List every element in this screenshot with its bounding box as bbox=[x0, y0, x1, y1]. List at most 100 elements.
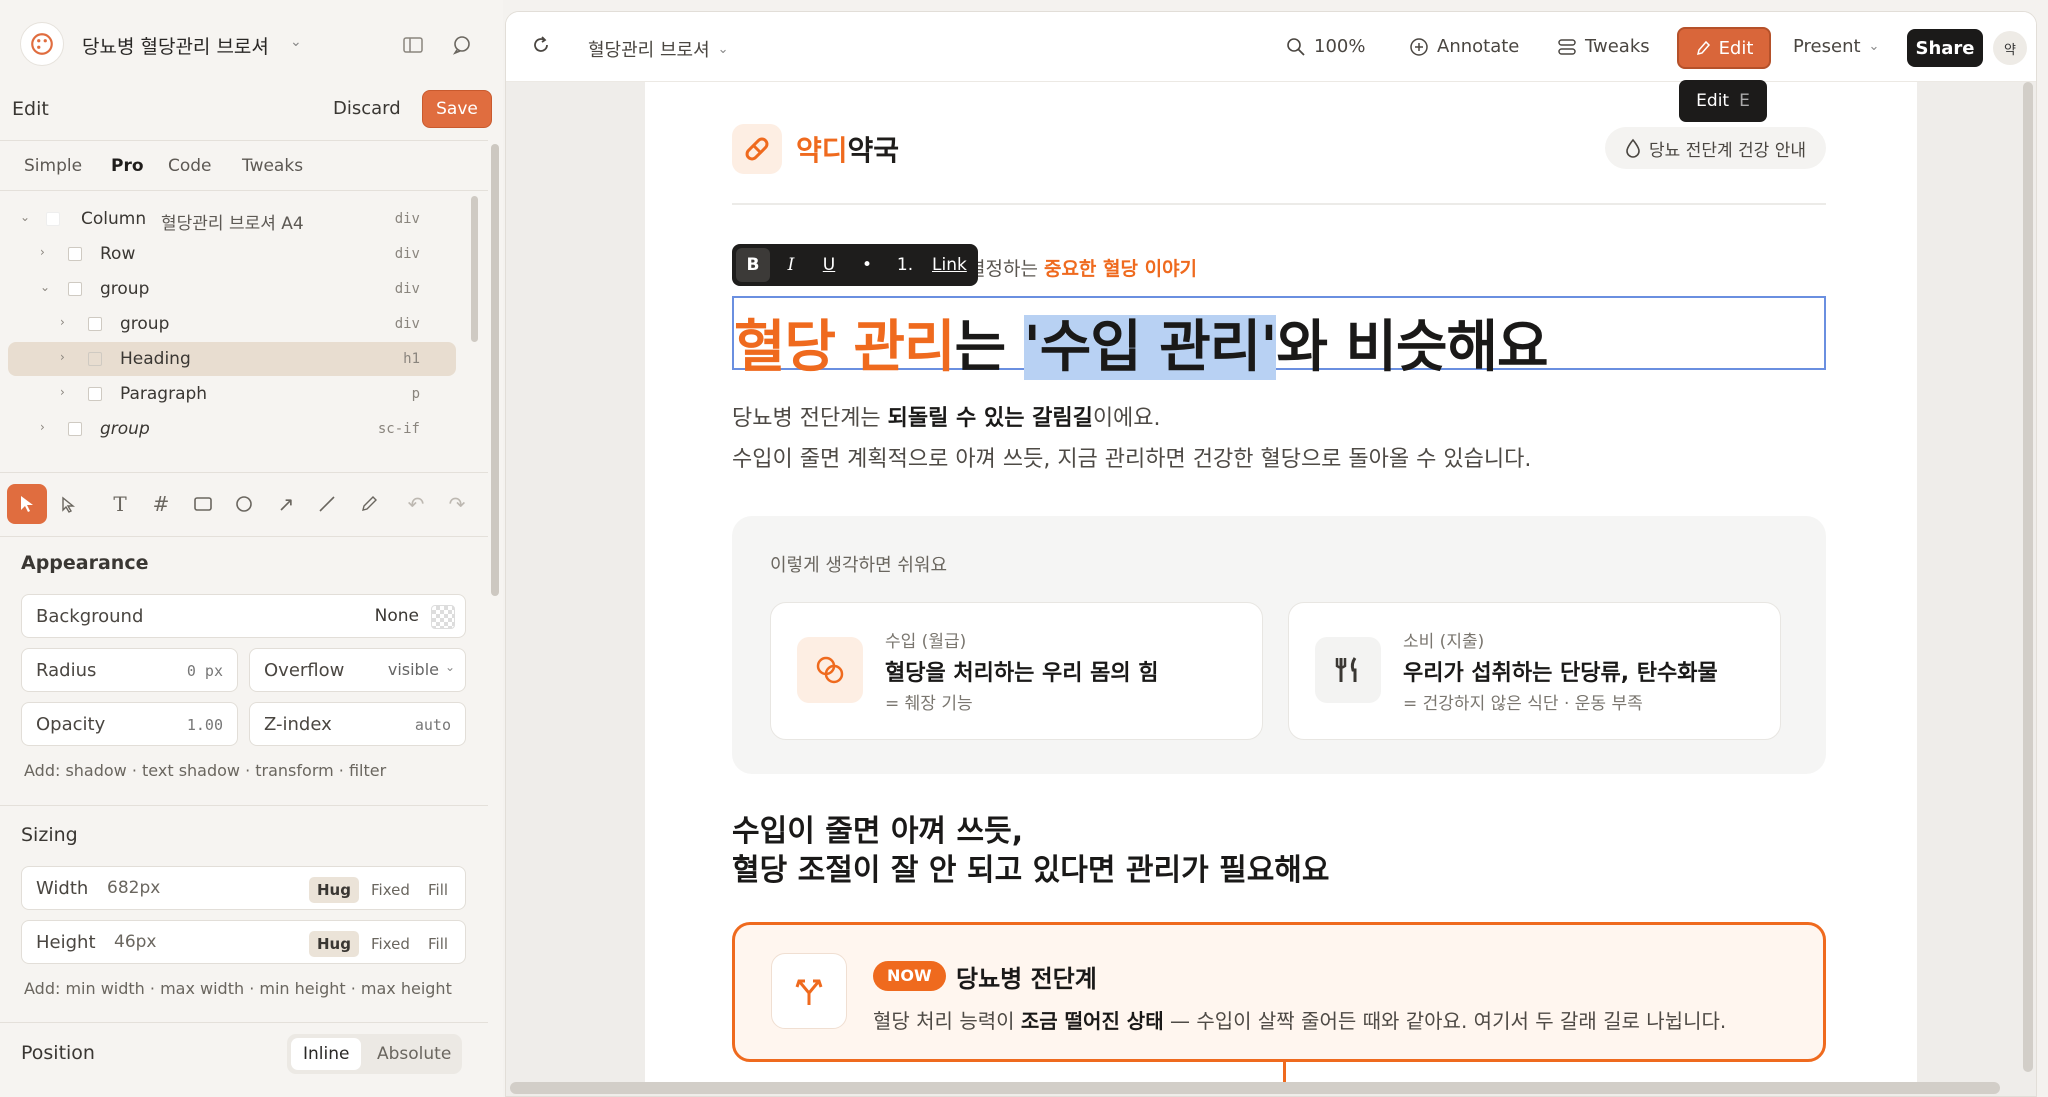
appearance-add-options[interactable]: Add: shadow · text shadow · transform · … bbox=[24, 761, 386, 780]
tree-row-conditional-group[interactable]: › group sc-if bbox=[8, 412, 456, 446]
doc-switcher[interactable]: 혈당관리 브로셔 ⌄ bbox=[588, 36, 729, 62]
text-tool-icon[interactable]: T bbox=[100, 484, 140, 524]
pencil-tool-icon[interactable] bbox=[349, 484, 389, 524]
height-field[interactable]: Height 46px Hug Fixed Fill bbox=[21, 920, 466, 964]
layer-tag: p bbox=[411, 386, 420, 402]
heading-selection-box[interactable]: 혈당 관리는 '수입 관리'와 비슷해요 bbox=[732, 296, 1826, 380]
bold-button[interactable]: B bbox=[736, 248, 770, 282]
field-value[interactable]: visible bbox=[388, 660, 439, 679]
radius-field[interactable]: Radius 0 px bbox=[21, 648, 238, 692]
sidebar-scrollbar[interactable] bbox=[491, 144, 499, 596]
layer-name: Paragraph bbox=[120, 384, 208, 404]
layer-sub: 혈당관리 브로셔 A4 bbox=[161, 214, 304, 234]
chevron-right-icon[interactable]: › bbox=[40, 245, 45, 259]
discard-button[interactable]: Discard bbox=[333, 98, 401, 119]
width-mode-fill[interactable]: Fill bbox=[420, 877, 456, 903]
share-button[interactable]: Share bbox=[1907, 29, 1983, 67]
layer-checkbox[interactable] bbox=[68, 247, 82, 261]
chevron-down-icon: ⌄ bbox=[444, 660, 455, 674]
field-value[interactable]: 46px bbox=[114, 932, 156, 952]
layer-checkbox[interactable] bbox=[46, 212, 60, 226]
layer-checkbox[interactable] bbox=[88, 317, 102, 331]
heading-text: 와 비슷해요 bbox=[1276, 315, 1548, 380]
chevron-down-icon[interactable]: ⌄ bbox=[40, 280, 50, 294]
color-swatch[interactable] bbox=[431, 605, 455, 629]
field-value[interactable]: 682px bbox=[107, 878, 160, 898]
zindex-field[interactable]: Z-index auto bbox=[249, 702, 466, 746]
underline-button[interactable]: U bbox=[812, 248, 846, 282]
rectangle-tool-icon[interactable] bbox=[183, 484, 223, 524]
chevron-right-icon[interactable]: › bbox=[60, 385, 65, 399]
layer-tag: sc-if bbox=[377, 421, 420, 437]
position-absolute[interactable]: Absolute bbox=[365, 1038, 463, 1070]
background-field[interactable]: Background None bbox=[21, 594, 466, 638]
tweaks-button[interactable]: Tweaks bbox=[1557, 36, 1650, 57]
bullet-list-button[interactable]: • bbox=[850, 248, 884, 282]
width-mode-hug[interactable]: Hug bbox=[309, 877, 359, 903]
document-title[interactable]: 당뇨병 혈당관리 브로셔 bbox=[82, 32, 269, 59]
tree-row-row[interactable]: › Row div bbox=[8, 237, 456, 271]
paragraph-line: 수입이 줄면 계획적으로 아껴 쓰듯, 지금 관리하면 건강한 혈당으로 돌아올… bbox=[732, 447, 1532, 472]
position-toggle[interactable]: Inline Absolute bbox=[287, 1034, 462, 1074]
select-tool-icon[interactable] bbox=[7, 484, 47, 524]
divider bbox=[0, 472, 488, 473]
chevron-down-icon[interactable]: ⌄ bbox=[20, 210, 30, 224]
chevron-down-icon[interactable]: ⌄ bbox=[290, 34, 302, 50]
refresh-icon[interactable] bbox=[530, 34, 552, 56]
layer-checkbox[interactable] bbox=[88, 352, 102, 366]
canvas-horizontal-scrollbar[interactable] bbox=[510, 1082, 2000, 1094]
arrow-tool-icon[interactable]: ↗ bbox=[266, 484, 306, 524]
undo-icon[interactable]: ↶ bbox=[396, 484, 436, 524]
page-heading[interactable]: 혈당 관리는 '수입 관리'와 비슷해요 bbox=[734, 302, 1549, 383]
chevron-right-icon[interactable]: › bbox=[40, 420, 45, 434]
paragraph-bold: 되돌릴 수 있는 갈림길 bbox=[887, 406, 1093, 431]
layer-checkbox[interactable] bbox=[68, 422, 82, 436]
sizing-add-options[interactable]: Add: min width · max width · min height … bbox=[24, 979, 452, 998]
width-field[interactable]: Width 682px Hug Fixed Fill bbox=[21, 866, 466, 910]
chevron-right-icon[interactable]: › bbox=[60, 315, 65, 329]
frame-tool-icon[interactable]: # bbox=[141, 484, 181, 524]
layer-checkbox[interactable] bbox=[68, 282, 82, 296]
chat-icon[interactable] bbox=[449, 32, 475, 58]
line-tool-icon[interactable] bbox=[307, 484, 347, 524]
tree-row-heading[interactable]: › Heading h1 bbox=[8, 342, 456, 376]
width-mode-fixed[interactable]: Fixed bbox=[363, 877, 418, 903]
redo-icon[interactable]: ↷ bbox=[437, 484, 477, 524]
height-mode-fixed[interactable]: Fixed bbox=[363, 931, 418, 957]
tree-row-column[interactable]: ⌄ Column 혈당관리 브로셔 A4 div bbox=[8, 202, 456, 236]
field-value[interactable]: 0 px bbox=[187, 662, 223, 680]
tab-simple[interactable]: Simple bbox=[24, 156, 82, 176]
heading-selected-text[interactable]: '수입 관리' bbox=[1023, 315, 1277, 380]
field-value[interactable]: 1.00 bbox=[187, 716, 223, 734]
tree-row-paragraph[interactable]: › Paragraph p bbox=[8, 377, 456, 411]
position-inline[interactable]: Inline bbox=[291, 1038, 362, 1070]
tab-pro[interactable]: Pro bbox=[111, 156, 144, 176]
canvas-vertical-scrollbar[interactable] bbox=[2023, 82, 2033, 1072]
brochure-page: 약디약국 당뇨 전단계 건강 안내 결정하는 중요한 혈당 이야기 B I U … bbox=[645, 82, 1917, 1082]
height-mode-hug[interactable]: Hug bbox=[309, 931, 359, 957]
numbered-list-button[interactable]: 1. bbox=[888, 248, 922, 282]
layer-checkbox[interactable] bbox=[88, 387, 102, 401]
edit-button[interactable]: Edit bbox=[1677, 27, 1771, 69]
chevron-right-icon[interactable]: › bbox=[60, 350, 65, 364]
panel-toggle-icon[interactable] bbox=[400, 32, 426, 58]
tree-scrollbar[interactable] bbox=[471, 196, 478, 342]
annotate-button[interactable]: Annotate bbox=[1409, 36, 1519, 57]
tree-row-group-child[interactable]: › group div bbox=[8, 307, 456, 341]
present-button[interactable]: Present ⌄ bbox=[1793, 36, 1879, 57]
opacity-field[interactable]: Opacity 1.00 bbox=[21, 702, 238, 746]
tab-tweaks[interactable]: Tweaks bbox=[242, 156, 303, 176]
overflow-select[interactable]: Overflow visible ⌄ bbox=[249, 648, 466, 692]
italic-button[interactable]: I bbox=[774, 248, 808, 282]
height-mode-fill[interactable]: Fill bbox=[420, 931, 456, 957]
direct-select-tool-icon[interactable] bbox=[48, 484, 88, 524]
tree-row-group[interactable]: ⌄ group div bbox=[8, 272, 456, 306]
save-button[interactable]: Save bbox=[422, 90, 492, 128]
tab-code[interactable]: Code bbox=[168, 156, 212, 176]
zoom-control[interactable]: 100% bbox=[1286, 36, 1365, 57]
palette-icon[interactable] bbox=[20, 22, 64, 66]
avatar[interactable]: 약 bbox=[1993, 31, 2027, 65]
link-button[interactable]: Link bbox=[926, 248, 973, 282]
field-value[interactable]: auto bbox=[415, 716, 451, 734]
ellipse-tool-icon[interactable] bbox=[224, 484, 264, 524]
